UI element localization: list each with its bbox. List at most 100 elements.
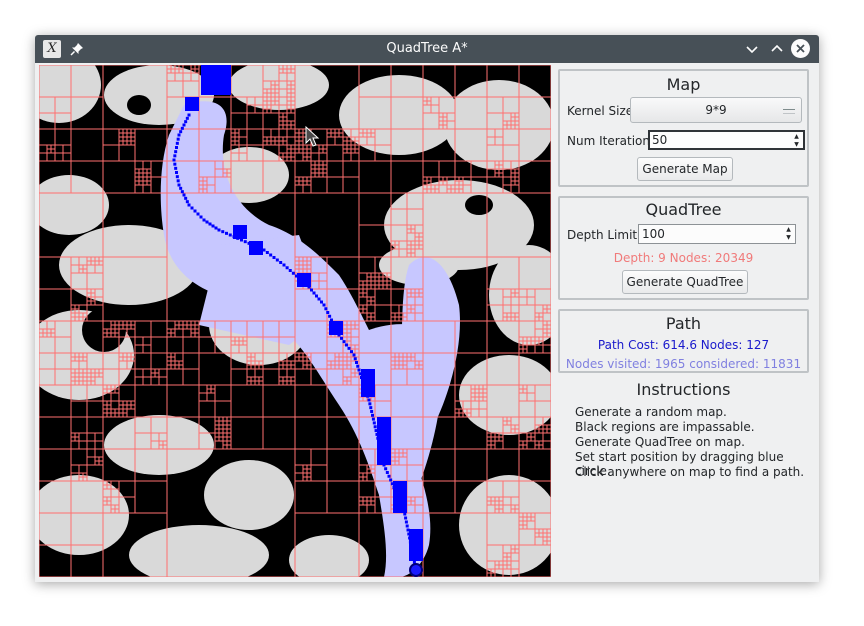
- num-iterations-input[interactable]: 50 ▲ ▼: [648, 130, 805, 150]
- instruction-line: Generate a random map.: [575, 405, 727, 419]
- path-step: [184, 120, 188, 124]
- path-step: [378, 448, 382, 452]
- path-step: [225, 231, 228, 235]
- path-step: [272, 256, 276, 259]
- path-step: [265, 251, 269, 254]
- path-step: [358, 372, 362, 376]
- quadtree-panel: QuadTree Depth Limit 100 ▲ ▼ Depth: 9 Nod…: [558, 196, 809, 300]
- kernel-size-value: 9*9: [705, 103, 727, 117]
- instruction-line: Black regions are impassable.: [575, 420, 755, 434]
- path-step: [199, 215, 203, 219]
- instructions-title: Instructions: [636, 380, 731, 399]
- path-step: [387, 474, 391, 478]
- path-step: [377, 440, 381, 444]
- path-step: [185, 200, 189, 204]
- nodes-visited-stats: Nodes visited: 1965 considered: 11831: [565, 357, 802, 371]
- path-step: [408, 540, 412, 544]
- path-step: [174, 166, 178, 170]
- path-step: [370, 409, 374, 413]
- path-step: [173, 154, 177, 158]
- path-step: [322, 303, 326, 307]
- path-step: [205, 220, 209, 224]
- title-bar[interactable]: X QuadTree A*: [35, 35, 819, 63]
- path-step: [410, 548, 414, 552]
- path-step: [190, 206, 194, 210]
- path-step: [400, 504, 404, 508]
- path-step: [389, 478, 393, 482]
- app-window: X QuadTree A* Map Kernel Size 9*9 Num It…: [35, 35, 819, 582]
- path-panel-title: Path: [665, 314, 702, 333]
- path-step: [251, 243, 255, 247]
- map-panel: Map Kernel Size 9*9 Num Iterations 50 ▲ ▼…: [558, 69, 809, 187]
- path-step: [409, 544, 413, 548]
- path-step: [367, 398, 371, 402]
- path-step: [362, 383, 366, 387]
- path-step: [187, 113, 191, 117]
- path-step: [340, 336, 343, 340]
- start-marker[interactable]: [409, 563, 423, 577]
- path-step: [307, 285, 311, 289]
- path-step: [353, 357, 357, 361]
- path-step: [357, 368, 361, 372]
- maximize-icon[interactable]: [768, 40, 786, 58]
- path-step: [368, 402, 372, 406]
- path-step: [179, 186, 183, 190]
- path-step: [404, 516, 408, 520]
- path-step: [310, 288, 313, 292]
- path-step: [217, 228, 221, 232]
- spin-arrows-icon[interactable]: ▲ ▼: [792, 133, 801, 149]
- path-step: [320, 300, 323, 304]
- kernel-size-dropdown[interactable]: 9*9: [630, 97, 802, 123]
- path-step: [374, 429, 378, 433]
- path-step: [193, 209, 197, 213]
- path-step: [406, 528, 410, 532]
- instruction-line: Click anywhere on map to find a path.: [575, 465, 805, 479]
- generate-quadtree-button[interactable]: Generate QuadTree: [622, 270, 748, 294]
- path-step: [247, 241, 251, 245]
- num-iterations-value: 50: [652, 133, 668, 147]
- path-node: [377, 417, 391, 433]
- path-step: [176, 179, 180, 183]
- depth-limit-input[interactable]: 100 ▲ ▼: [638, 224, 796, 244]
- path-step: [408, 536, 412, 540]
- map-canvas[interactable]: [39, 65, 551, 577]
- path-step: [331, 322, 335, 326]
- path-step: [291, 271, 295, 275]
- path-step: [243, 240, 247, 244]
- close-icon[interactable]: [791, 39, 810, 58]
- dropdown-arrow-icon: [783, 109, 795, 114]
- path-step: [365, 391, 368, 394]
- path-step: [350, 350, 353, 354]
- depth-limit-value: 100: [642, 227, 665, 241]
- path-step: [369, 406, 373, 410]
- path-step: [394, 489, 398, 493]
- path-step: [372, 421, 376, 425]
- path-step: [361, 379, 365, 383]
- path-step: [366, 394, 370, 398]
- kernel-size-label: Kernel Size: [567, 104, 634, 118]
- generate-map-button[interactable]: Generate Map: [637, 157, 733, 181]
- minimize-icon[interactable]: [743, 40, 761, 58]
- path-step: [407, 532, 411, 536]
- spin-arrows-icon[interactable]: ▲ ▼: [784, 226, 793, 242]
- path-node: [201, 65, 231, 95]
- path-step: [262, 248, 266, 252]
- path-step: [177, 183, 181, 187]
- path-step: [375, 432, 379, 436]
- path-step: [269, 253, 273, 257]
- path-step: [176, 137, 180, 141]
- path-step: [187, 203, 191, 207]
- path-step: [173, 162, 177, 166]
- quadtree-map[interactable]: [39, 65, 551, 577]
- path-step: [328, 314, 332, 318]
- path-step: [403, 512, 407, 516]
- path-step: [258, 246, 262, 250]
- path-step: [182, 123, 186, 127]
- path-step: [337, 333, 341, 337]
- path-step: [221, 230, 225, 234]
- path-step: [355, 361, 358, 364]
- path-step: [352, 353, 356, 357]
- path-step: [402, 508, 406, 512]
- path-step: [404, 520, 408, 524]
- path-step: [381, 459, 385, 463]
